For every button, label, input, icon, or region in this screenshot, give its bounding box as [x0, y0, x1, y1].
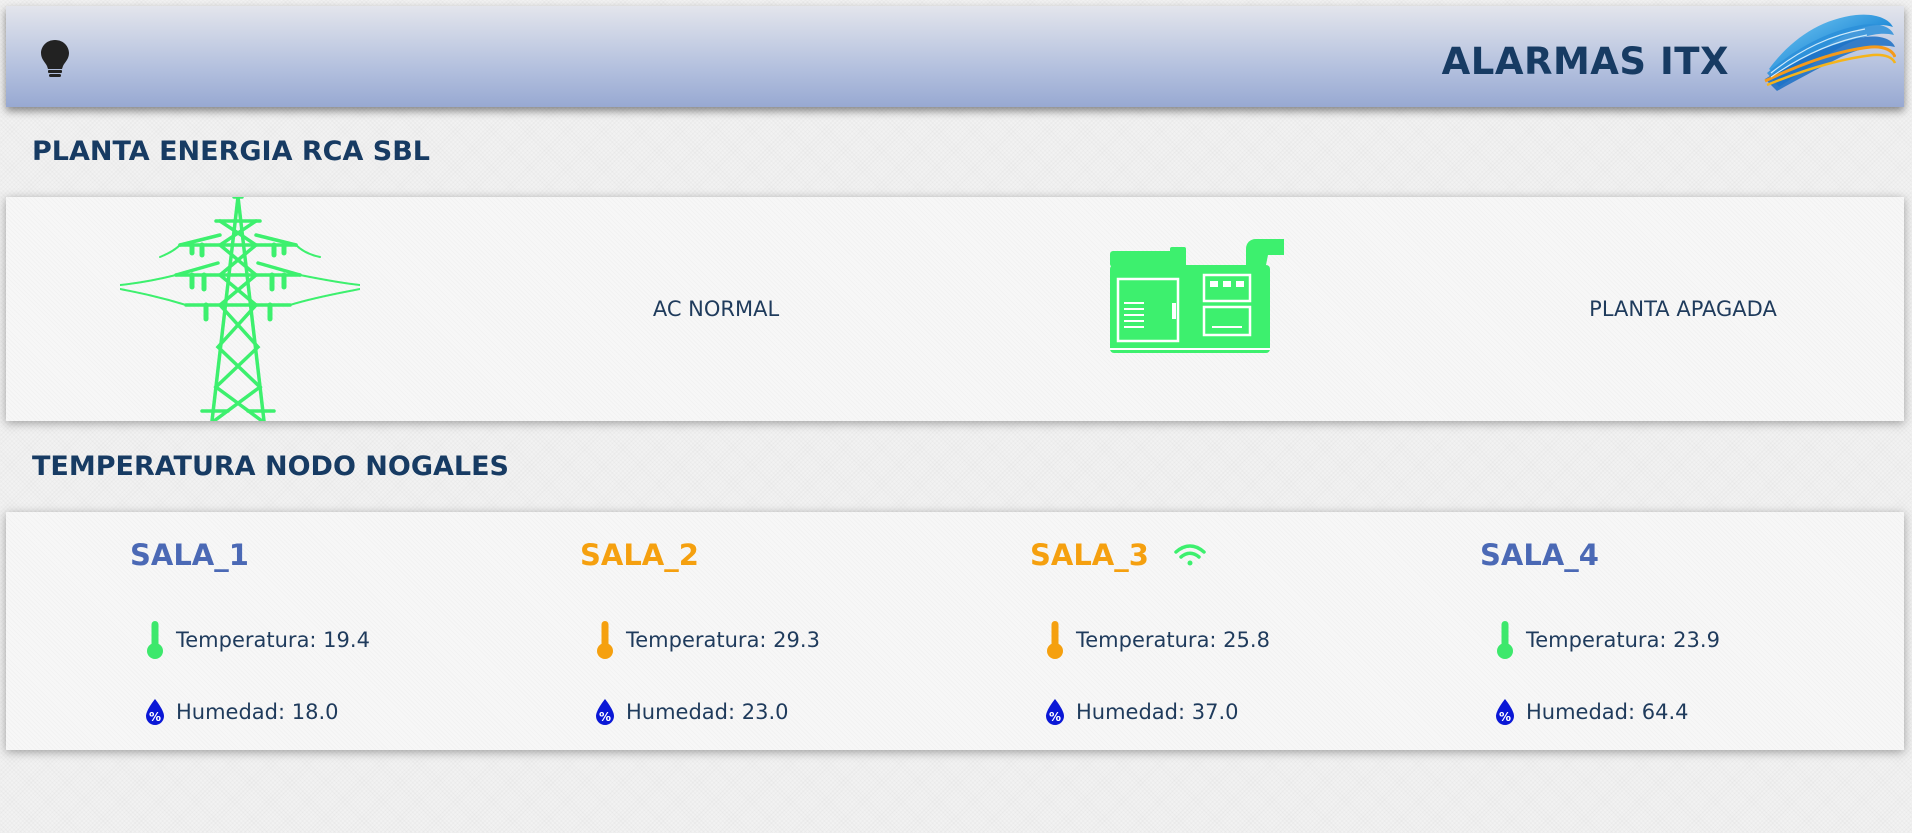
section-title-planta: PLANTA ENERGIA RCA SBL	[32, 136, 431, 167]
sala-panel: SALA_2 Temperatura: 29.3% Humedad: 23.0	[580, 512, 1020, 752]
app-title: ALARMAS ITX	[1441, 40, 1729, 83]
lightbulb-icon[interactable]	[40, 39, 70, 83]
svg-text:%: %	[149, 710, 161, 724]
humidity-text: Humedad: 64.4	[1526, 700, 1689, 724]
generator-status-text: PLANTA APAGADA	[1589, 297, 1777, 321]
humidity-row: % Humedad: 37.0	[1042, 698, 1239, 726]
humidity-drop-icon: %	[1042, 698, 1068, 726]
thermometer-icon	[1042, 620, 1068, 660]
temperature-text: Temperatura: 19.4	[176, 628, 370, 652]
thermometer-icon	[592, 620, 618, 660]
temperature-row: Temperatura: 25.8	[1042, 620, 1270, 660]
humidity-row: % Humedad: 18.0	[142, 698, 339, 726]
temperature-text: Temperatura: 23.9	[1526, 628, 1720, 652]
sala-panel: SALA_4 Temperatura: 23.9% Humedad: 64.4	[1480, 512, 1912, 752]
temperature-row: Temperatura: 29.3	[592, 620, 820, 660]
humidity-text: Humedad: 37.0	[1076, 700, 1239, 724]
temperature-row: Temperatura: 23.9	[1492, 620, 1720, 660]
power-tower-icon	[119, 195, 361, 425]
temperature-text: Temperatura: 25.8	[1076, 628, 1270, 652]
svg-text:%: %	[599, 710, 611, 724]
planta-card: AC NORMAL PLANTA APAGADA	[6, 195, 1904, 423]
header-bar: ALARMAS ITX	[6, 6, 1904, 107]
humidity-drop-icon: %	[1492, 698, 1518, 726]
svg-text:%: %	[1499, 710, 1511, 724]
sala-panel: SALA_1 Temperatura: 19.4% Humedad: 18.0	[130, 512, 570, 752]
section-title-temperatura: TEMPERATURA NODO NOGALES	[32, 451, 509, 482]
brand-logo	[1761, 9, 1897, 95]
thermometer-icon	[1492, 620, 1518, 660]
humidity-drop-icon: %	[142, 698, 168, 726]
svg-text:%: %	[1049, 710, 1061, 724]
sala-name: SALA_1	[130, 538, 249, 572]
humidity-row: % Humedad: 64.4	[1492, 698, 1689, 726]
thermometer-icon	[142, 620, 168, 660]
ac-status-text: AC NORMAL	[652, 297, 780, 321]
sala-name: SALA_2	[580, 538, 699, 572]
temperature-row: Temperatura: 19.4	[142, 620, 370, 660]
temperature-text: Temperatura: 29.3	[626, 628, 820, 652]
generator-icon	[1108, 237, 1290, 359]
humidity-text: Humedad: 23.0	[626, 700, 789, 724]
humidity-drop-icon: %	[592, 698, 618, 726]
sala-name: SALA_3	[1030, 538, 1149, 572]
sala-panel: SALA_3 Temperatura: 25.8% Humedad: 37.0	[1030, 512, 1470, 752]
humidity-row: % Humedad: 23.0	[592, 698, 789, 726]
humidity-text: Humedad: 18.0	[176, 700, 339, 724]
temperatura-card: SALA_1 Temperatura: 19.4% Humedad: 18.0 SAL…	[6, 512, 1904, 750]
sala-name: SALA_4	[1480, 538, 1599, 572]
wifi-icon	[1173, 543, 1207, 573]
